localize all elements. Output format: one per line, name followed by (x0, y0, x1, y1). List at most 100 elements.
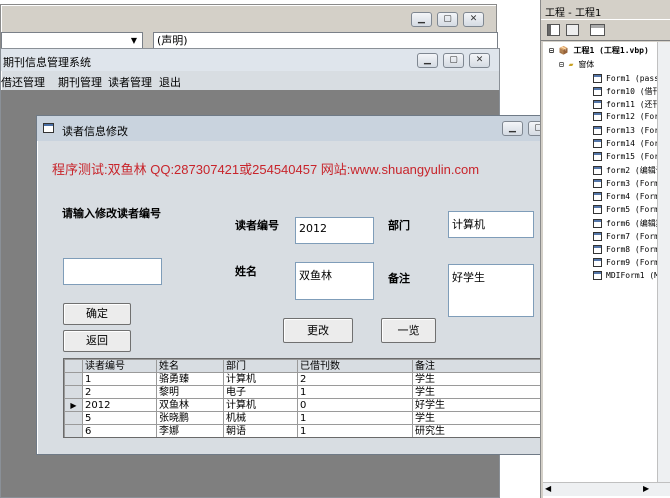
grid-cell[interactable]: 2 (297, 372, 413, 386)
form-icon (593, 139, 602, 148)
menu-item-journal[interactable]: 期刊管理 (58, 74, 102, 90)
tree-root[interactable]: ⊟ 📦 工程1 (工程1.vbp) (549, 45, 649, 56)
table-row[interactable]: 5 张晓鹏 机械 1 学生 (64, 411, 543, 425)
grid-cell[interactable]: 张晓鹏 (156, 411, 224, 425)
grid-cell[interactable]: 计算机 (223, 372, 298, 386)
tree-item[interactable]: Form4 (Form4 (593, 192, 664, 201)
prompt-label: 请输入修改读者编号 (62, 207, 161, 220)
reader-grid[interactable]: 读者编号 姓名 部门 已借刊数 备注 1 骆勇臻 计算机 2 学生 2 黎明 电… (63, 358, 554, 438)
tree-vertical-scrollbar[interactable] (657, 42, 670, 482)
column-header[interactable]: 部门 (223, 359, 298, 373)
grid-cell[interactable]: 李娜 (156, 424, 224, 437)
project-tree: ⊟ 📦 工程1 (工程1.vbp) ⊟ ▰ 窗体 Form1 (pass窗 fo… (543, 42, 670, 498)
update-button[interactable]: 更改 (283, 318, 353, 343)
grid-cell[interactable]: 学生 (412, 385, 543, 399)
menu-item-exit[interactable]: 退出 (159, 74, 181, 90)
tree-item[interactable]: Form13 (Form (593, 126, 664, 135)
grid-cell[interactable]: 2012 (82, 398, 157, 412)
form-icon (593, 112, 602, 121)
form-icon (593, 232, 602, 241)
table-row[interactable]: 1 骆勇臻 计算机 2 学生 (64, 372, 543, 386)
name-field[interactable]: 双鱼林 (295, 262, 374, 300)
grid-cell[interactable]: 2 (82, 385, 157, 399)
object-combo[interactable]: ▼ (1, 32, 143, 49)
table-row[interactable]: 6 李娜 朝语 1 研究生 (64, 424, 543, 437)
tree-item[interactable]: Form1 (pass窗 (593, 73, 667, 84)
grid-cell[interactable]: 研究生 (412, 424, 543, 437)
column-header[interactable]: 已借刊数 (297, 359, 413, 373)
tree-item[interactable]: Form9 (Form9 (593, 258, 664, 267)
grid-cell[interactable]: 1 (297, 411, 413, 425)
grid-cell[interactable]: 好学生 (412, 398, 543, 412)
grid-cell[interactable]: 5 (82, 411, 157, 425)
grid-table: 读者编号 姓名 部门 已借刊数 备注 1 骆勇臻 计算机 2 学生 2 黎明 电… (64, 359, 543, 437)
procedure-combo[interactable]: (声明) (153, 32, 498, 49)
collapse-icon[interactable]: ⊟ (559, 60, 564, 69)
row-selector[interactable] (64, 424, 83, 437)
maximize-button[interactable]: ▢ (437, 12, 458, 27)
row-selector[interactable] (64, 385, 83, 399)
tree-item[interactable]: form11 (还刊 (593, 99, 661, 110)
grid-cell[interactable]: 1 (297, 385, 413, 399)
grid-cell[interactable]: 双鱼林 (156, 398, 224, 412)
tree-item[interactable]: form2 (编辑读 (593, 165, 664, 176)
grid-cell[interactable]: 6 (82, 424, 157, 437)
tree-item[interactable]: Form3 (Form3 (593, 179, 664, 188)
minimize-button[interactable]: ▁ (417, 53, 438, 68)
grid-cell[interactable]: 学生 (412, 411, 543, 425)
tree-item[interactable]: Form14 (Form (593, 139, 664, 148)
grid-cell[interactable]: 骆勇臻 (156, 372, 224, 386)
view-object-icon[interactable] (566, 24, 579, 36)
remark-label: 备注 (388, 272, 410, 285)
back-button[interactable]: 返回 (63, 330, 131, 352)
grid-cell[interactable]: 电子 (223, 385, 298, 399)
row-selector[interactable] (64, 411, 83, 425)
confirm-button[interactable]: 确定 (63, 303, 131, 325)
collapse-icon[interactable]: ⊟ (549, 46, 554, 55)
minimize-button[interactable]: ▁ (411, 12, 432, 27)
menu-item-reader[interactable]: 读者管理 (108, 74, 152, 90)
row-selector[interactable] (64, 372, 83, 386)
current-row-pointer-icon[interactable]: ▶ (64, 398, 83, 412)
grid-cell[interactable]: 1 (82, 372, 157, 386)
close-button[interactable]: ✕ (463, 12, 484, 27)
table-row[interactable]: ▶ 2012 双鱼林 计算机 0 好学生 (64, 398, 543, 412)
grid-cell[interactable]: 1 (297, 424, 413, 437)
tree-folder[interactable]: ⊟ ▰ 窗体 (559, 59, 594, 70)
reader-edit-dialog: 读者信息修改 ▁ ▢ ✕ 程序测试:双鱼林 QQ:287307421或25454… (36, 115, 587, 455)
reader-no-field[interactable]: 2012 (295, 217, 374, 244)
maximize-button[interactable]: ▢ (443, 53, 464, 68)
remark-field[interactable]: 好学生 (448, 264, 534, 317)
tree-item[interactable]: Form15 (Form (593, 152, 664, 161)
column-header[interactable]: 备注 (412, 359, 543, 373)
tree-horizontal-scrollbar[interactable]: ◀ ▶ (543, 482, 670, 496)
form-icon (593, 166, 602, 175)
tree-item[interactable]: Form8 (Form8 (593, 245, 664, 254)
row-selector-header (64, 359, 83, 373)
dept-field[interactable]: 计算机 (448, 211, 534, 238)
tree-item[interactable]: form10 (借刊 (593, 86, 661, 97)
tree-item[interactable]: Form7 (Form7 (593, 232, 664, 241)
view-code-icon[interactable] (547, 24, 560, 36)
tree-item[interactable]: Form5 (Form5 (593, 205, 664, 214)
tree-item[interactable]: form6 (编辑期 (593, 218, 664, 229)
list-button[interactable]: 一览 (381, 318, 436, 343)
minimize-button[interactable]: ▁ (502, 121, 523, 136)
grid-cell[interactable]: 机械 (223, 411, 298, 425)
grid-cell[interactable]: 学生 (412, 372, 543, 386)
close-button[interactable]: ✕ (469, 53, 490, 68)
column-header[interactable]: 读者编号 (82, 359, 157, 373)
scroll-left-icon[interactable]: ◀ (545, 484, 551, 493)
menu-item-borrow[interactable]: 借还管理 (1, 74, 45, 90)
grid-cell[interactable]: 0 (297, 398, 413, 412)
scroll-right-icon[interactable]: ▶ (643, 484, 649, 493)
grid-cell[interactable]: 计算机 (223, 398, 298, 412)
table-row[interactable]: 2 黎明 电子 1 学生 (64, 385, 543, 399)
reader-search-input[interactable] (63, 258, 162, 285)
grid-cell[interactable]: 朝语 (223, 424, 298, 437)
tree-item[interactable]: Form12 (Form (593, 112, 664, 121)
column-header[interactable]: 姓名 (156, 359, 224, 373)
grid-cell[interactable]: 黎明 (156, 385, 224, 399)
grid-header-row: 读者编号 姓名 部门 已借刊数 备注 (64, 359, 543, 373)
toggle-folders-icon[interactable] (590, 24, 605, 36)
